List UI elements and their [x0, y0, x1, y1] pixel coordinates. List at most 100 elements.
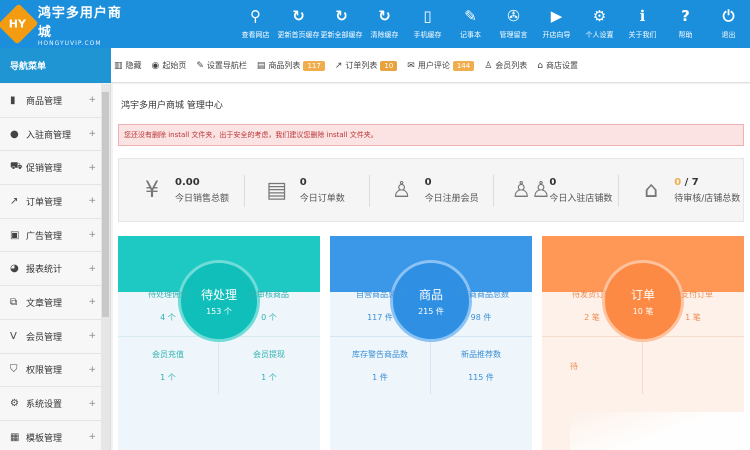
expand-icon: +: [88, 95, 96, 106]
play-circle-icon: ◉: [151, 60, 160, 71]
topnav-help[interactable]: ? 帮助: [664, 0, 707, 48]
topnav-personal-settings[interactable]: ⚙ 个人设置: [578, 0, 621, 48]
user-icon: ♙: [391, 177, 412, 203]
order-count-badge: 10: [380, 60, 398, 71]
stat-pending-shops[interactable]: ⌂ 0 / 7 待审核/店铺总数: [618, 159, 743, 221]
sidebar-item-reports[interactable]: ◕ 报表统计 +: [0, 252, 110, 287]
power-icon: ⏻: [722, 7, 735, 25]
sidebar-scroll-thumb[interactable]: [102, 92, 109, 317]
orders-to-pay[interactable]: 待支付订单 1 笔: [643, 280, 743, 332]
image-icon: ▣: [10, 229, 20, 241]
gear-icon: ⚙: [592, 7, 607, 25]
sidebar-item-orders[interactable]: ↗ 订单管理 +: [0, 185, 110, 219]
goods-list-link[interactable]: ▤ 商品列表 117: [257, 60, 325, 71]
main-content: 鸿宇多用户商城 管理中心 您还没有删除 install 文件夹，出于安全的考虑，…: [113, 84, 750, 450]
sidebar-item-system[interactable]: ⚙ 系统设置 +: [0, 387, 110, 421]
expand-icon: +: [88, 364, 96, 375]
comment-count-badge: 144: [452, 60, 475, 71]
brand-subtitle: HONGYUVIP.COM: [37, 39, 102, 47]
sidebar-item-goods[interactable]: ▮ 商品管理 +: [0, 84, 110, 118]
wrench-icon: ✇: [507, 7, 520, 25]
new-recommended-goods[interactable]: 新品推荐数 115 件: [431, 340, 531, 392]
stat-new-shops: ♙♙ 0 今日入驻店铺数: [493, 159, 618, 221]
order-list-link[interactable]: ↗ 订单列表 10: [335, 60, 398, 71]
member-withdraw[interactable]: 会员提现 1 个: [219, 340, 319, 392]
refresh-icon: ↻: [292, 7, 305, 25]
list-icon: ▤: [256, 60, 266, 71]
sidebar-item-members[interactable]: V 会员管理 +: [0, 320, 110, 354]
sidebar-item-ads[interactable]: ▣ 广告管理 +: [0, 219, 110, 253]
user-icon: ♙: [484, 60, 493, 71]
shop-icon: ⌂: [644, 177, 659, 203]
topnav-about[interactable]: ℹ 关于我们: [621, 0, 664, 48]
expand-icon: +: [88, 129, 96, 140]
edit-icon: ✎: [196, 60, 204, 71]
product-icon: ▮: [10, 94, 16, 106]
topnav-view-store[interactable]: ⚲ 查看网店: [234, 0, 277, 48]
brand-name: 鸿宇多用户商城: [37, 5, 122, 40]
sidebar-item-merchants[interactable]: ● 入驻商管理 +: [0, 118, 110, 152]
goods-card: 商品 215 件 自营商品总数 117 件 入驻商商品总数 98 件 库存警告商品数…: [330, 236, 532, 450]
shop-settings-link[interactable]: ⌂ 商店设置: [537, 60, 578, 71]
article-icon: ⧉: [10, 296, 18, 308]
chart-icon: ◕: [10, 263, 19, 275]
comment-icon: ✉: [407, 60, 415, 71]
member-list-link[interactable]: ♙ 会员列表: [484, 60, 527, 71]
sidebar-item-permissions[interactable]: ⛉ 权限管理 +: [0, 354, 110, 388]
stat-sales: ¥ 0.00 今日销售总额: [119, 159, 244, 221]
vip-icon: V: [10, 330, 17, 342]
today-stats: ¥ 0.00 今日销售总额 ▤ 0 今日订单数 ♙ 0 今日注册会员 ♙♙ 0 今日入驻…: [118, 158, 744, 222]
topnav-manage-messages[interactable]: ✇ 管理留言: [492, 0, 535, 48]
users-icon: ♙♙: [511, 177, 551, 203]
self-goods-total[interactable]: 自营商品总数 117 件: [330, 280, 430, 332]
refresh-icon: ↻: [335, 7, 348, 25]
topnav-update-all-cache[interactable]: ↻ 更新全部缓存: [320, 0, 363, 48]
topnav-logout[interactable]: ⏻ 退出: [707, 0, 750, 48]
sidebar-item-promotions[interactable]: ⛟ 促销管理 +: [0, 151, 110, 186]
info-icon: ℹ: [639, 7, 646, 25]
clipboard-icon: ▤: [266, 177, 288, 203]
pending-card: 待处理 153 个 待处理佣金 4 个 待审核商品 0 个 会员充值 1 个 会员提现…: [118, 236, 320, 450]
orders-partial-cell[interactable]: 待: [542, 340, 642, 392]
gears-icon: ⚙: [10, 398, 19, 410]
topnav-mobile-cache[interactable]: ▯ 手机缓存: [406, 0, 449, 48]
shield-icon: ⛉: [10, 364, 18, 376]
expand-icon: +: [88, 263, 96, 274]
orders-to-ship[interactable]: 待发货订单 2 笔: [542, 280, 642, 332]
topnav-store-wizard[interactable]: ▶ 开店向导: [535, 0, 578, 48]
user-comments-link[interactable]: ✉ 用户评论 144: [407, 60, 475, 71]
columns-icon: ▥: [114, 60, 123, 71]
member-recharge[interactable]: 会员充值 1 个: [118, 340, 218, 392]
expand-icon: +: [88, 331, 96, 342]
shop-icon: ⌂: [537, 60, 543, 71]
sidebar-menu: ▮ 商品管理 + ● 入驻商管理 + ⛟ 促销管理 + ↗ 订单管理 + ▣ 广告管理 + ◕ 报表统…: [0, 84, 111, 450]
sidebar-item-articles[interactable]: ⧉ 文章管理 +: [0, 286, 110, 320]
help-icon: ?: [681, 7, 690, 25]
merchant-goods-total[interactable]: 入驻商商品总数 98 件: [431, 280, 531, 332]
mobile-icon: ▯: [423, 7, 432, 25]
brand-logo[interactable]: HY 鸿宇多用户商城 HONGYUVIP.COM: [0, 3, 129, 47]
start-page-link[interactable]: ◉ 起始页: [152, 60, 187, 71]
set-nav-link[interactable]: ✎ 设置导航栏: [196, 60, 247, 71]
install-warning: 您还没有删除 install 文件夹，出于安全的考虑，我们建议您删除 insta…: [118, 124, 744, 146]
goods-count-badge: 117: [303, 60, 325, 71]
store-icon: ●: [10, 128, 19, 140]
hide-menu-button[interactable]: ▥ 隐藏: [114, 60, 142, 71]
search-icon: ⚲: [250, 7, 261, 25]
pending-goods-review[interactable]: 待审核商品 0 个: [219, 280, 319, 332]
sidebar-item-templates[interactable]: ▦ 模板管理 +: [0, 421, 110, 450]
topnav-notebook[interactable]: ✎ 记事本: [449, 0, 492, 48]
expand-icon: +: [88, 162, 96, 173]
pending-commission[interactable]: 待处理佣金 4 个: [118, 280, 218, 332]
stat-members: ♙ 0 今日注册会员: [368, 159, 494, 221]
low-stock-goods[interactable]: 库存警告商品数 1 件: [330, 340, 430, 392]
top-nav: ⚲ 查看网店 ↻ 更新首页缓存 ↻ 更新全部缓存 ↻ 清除缓存 ▯ 手机缓存 ✎ 记事本 ✇…: [234, 0, 750, 48]
order-icon: ↗: [10, 195, 19, 207]
corner-fade: [570, 412, 750, 450]
cart-icon: ⛟: [10, 161, 23, 173]
nav-menu-title: 导航菜单: [0, 48, 111, 83]
quick-toolbar: 导航菜单 ▥ 隐藏 ◉ 起始页 ✎ 设置导航栏 ▤ 商品列表 117 ↗ 订单列表 10 ✉ 用…: [0, 48, 750, 83]
stat-orders: ▤ 0 今日订单数: [243, 159, 369, 221]
topnav-clear-cache[interactable]: ↻ 清除缓存: [363, 0, 406, 48]
topnav-update-home-cache[interactable]: ↻ 更新首页缓存: [277, 0, 320, 48]
